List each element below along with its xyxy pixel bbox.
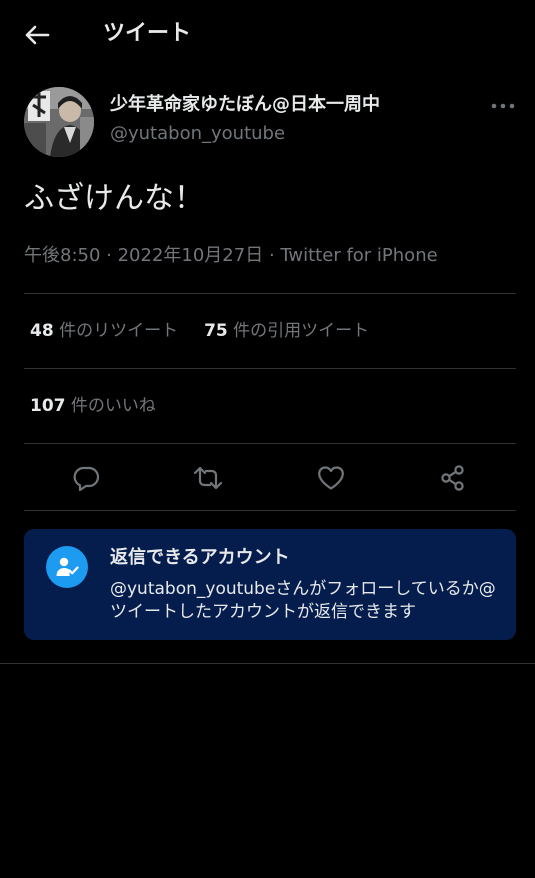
- page-title: ツイート: [103, 21, 192, 46]
- notice-title: 返信できるアカウント: [110, 547, 290, 568]
- tweet-source[interactable]: Twitter for iPhone: [280, 245, 437, 266]
- retweets-stat[interactable]: 48 件のリツイート: [30, 321, 178, 341]
- header: ツイート: [0, 0, 535, 68]
- more-button[interactable]: [486, 92, 520, 120]
- stats-row-likes: 107 件のいいね: [30, 393, 156, 419]
- reply-icon: [73, 466, 100, 492]
- notice-body: @yutabon_youtubeさんがフォローしているか@ツイートしたアカウント…: [110, 579, 496, 622]
- quotes-count: 75: [204, 321, 228, 341]
- stats-row-shares: 48 件のリツイート 75 件の引用ツイート: [30, 318, 369, 344]
- person-check-icon: [46, 546, 88, 588]
- likes-count: 107: [30, 396, 66, 416]
- more-dots-icon: [491, 103, 515, 109]
- divider: [0, 663, 535, 664]
- reply-restriction-notice: 返信できるアカウント @yutabon_youtubeさんがフォローしているか@…: [24, 529, 516, 640]
- meta-separator: ·: [100, 245, 118, 266]
- reply-button[interactable]: [69, 461, 103, 495]
- divider: [24, 368, 516, 369]
- arrow-left-icon: [25, 25, 50, 45]
- like-button[interactable]: [314, 461, 348, 495]
- share-button[interactable]: [436, 461, 470, 495]
- author-display-name[interactable]: 少年革命家ゆたぼん@日本一周中: [110, 92, 380, 118]
- likes-label: 件のいいね: [65, 396, 156, 416]
- divider: [24, 510, 516, 511]
- likes-stat[interactable]: 107 件のいいね: [30, 396, 156, 416]
- tweet-meta: 午後8:50 · 2022年10月27日 · Twitter for iPhon…: [24, 242, 438, 270]
- avatar[interactable]: [24, 87, 94, 157]
- divider: [24, 293, 516, 294]
- retweets-count: 48: [30, 321, 54, 341]
- divider: [24, 443, 516, 444]
- tweet-date[interactable]: 2022年10月27日: [118, 245, 264, 266]
- retweets-label: 件のリツイート: [53, 321, 179, 341]
- tweet-text: ふざけんな！: [24, 181, 204, 216]
- tweet-time[interactable]: 午後8:50: [24, 245, 100, 266]
- quotes-label: 件の引用ツイート: [227, 321, 370, 341]
- heart-icon: [318, 466, 344, 490]
- back-button[interactable]: [20, 20, 54, 50]
- retweet-icon: [193, 466, 223, 490]
- share-icon: [441, 465, 464, 491]
- meta-separator: ·: [263, 245, 281, 266]
- retweet-button[interactable]: [191, 461, 225, 495]
- author-handle[interactable]: @yutabon_youtube: [110, 121, 285, 147]
- quotes-stat[interactable]: 75 件の引用ツイート: [204, 321, 369, 341]
